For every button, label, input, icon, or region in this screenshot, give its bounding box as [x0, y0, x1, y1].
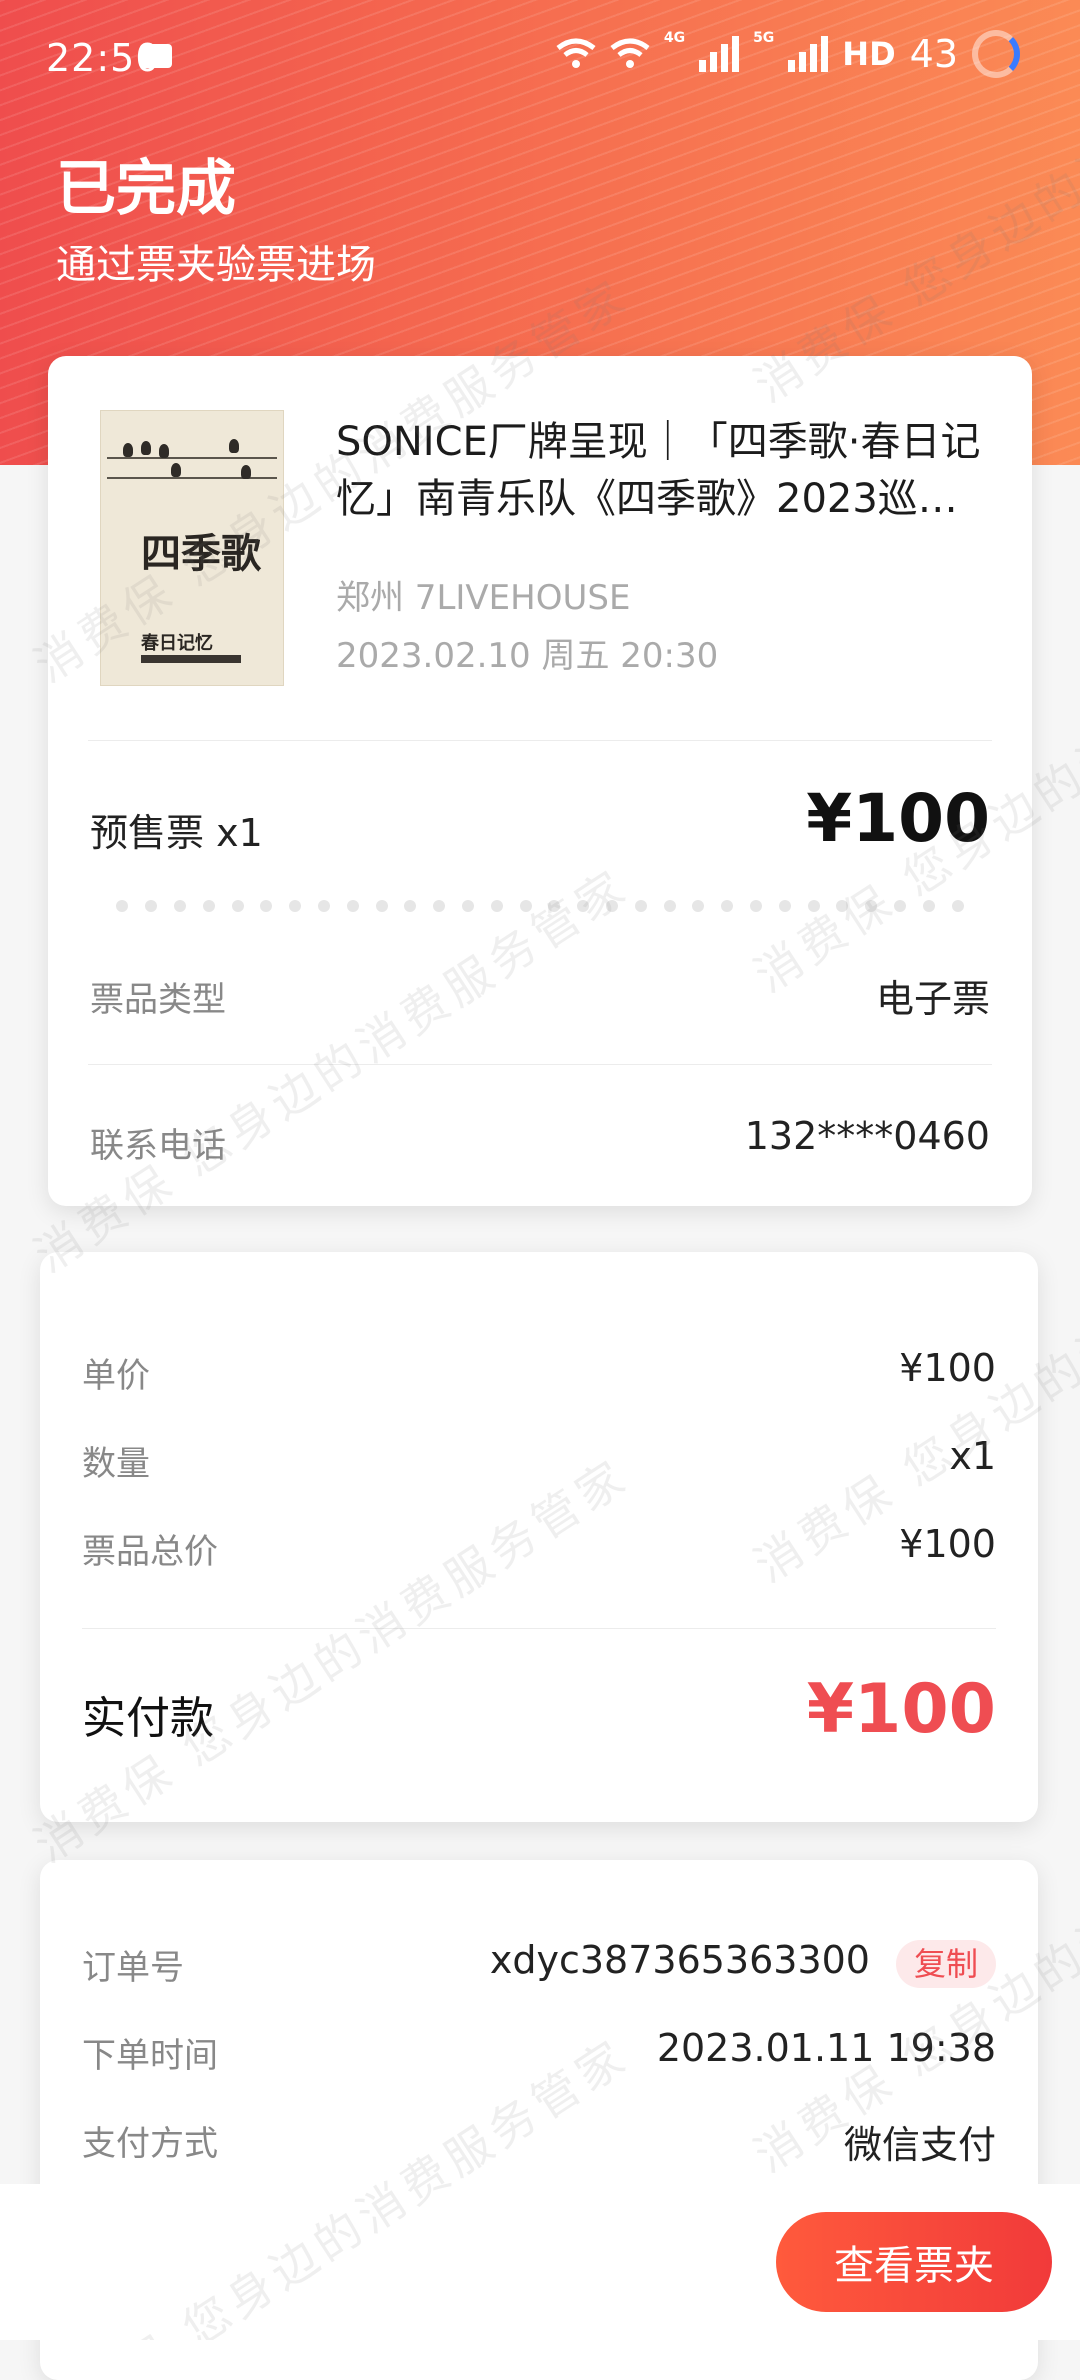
divider [88, 740, 992, 741]
poster-bird [171, 463, 181, 477]
network-5g-label: 5G [753, 30, 775, 46]
payment-method-value: 微信支付 [843, 2123, 996, 2167]
copy-order-button[interactable]: 复制 [895, 1940, 996, 1988]
poster-bird [229, 439, 239, 453]
quantity-label: 数量 [82, 1444, 150, 1484]
poster-bird [159, 444, 169, 458]
wifi-icon-secondary [610, 38, 650, 68]
ticket-type-value: 电子票 [875, 977, 990, 1021]
unit-price-label: 单价 [82, 1356, 150, 1396]
bottom-action-bar: 查看票夹 [0, 2184, 1080, 2340]
paid-amount-label: 实付款 [82, 1693, 214, 1744]
ticket-type-label: 票品类型 [90, 980, 226, 1020]
view-ticket-wallet-button[interactable]: 查看票夹 [776, 2212, 1052, 2312]
page-subtitle: 通过票夹验票进场 [56, 242, 376, 288]
paid-amount-value: ¥100 [806, 1670, 996, 1749]
event-card[interactable]: 四季歌 春日记忆 SONICE厂牌呈现｜「四季歌·春日记忆」南青乐队《四季歌》2… [48, 356, 1032, 1206]
quantity-value: x1 [949, 1434, 996, 1478]
image-notification-icon [140, 44, 172, 68]
price-card: 单价 ¥100 数量 x1 票品总价 ¥100 实付款 ¥100 [40, 1252, 1038, 1822]
poster-title: 四季歌 [141, 530, 261, 577]
order-time-label: 下单时间 [82, 2036, 218, 2076]
contact-phone-label: 联系电话 [90, 1126, 226, 1166]
event-poster: 四季歌 春日记忆 [100, 410, 284, 686]
ticket-perforation [48, 896, 1032, 916]
event-datetime: 2023.02.10 周五 20:30 [336, 636, 719, 676]
payment-method-label: 支付方式 [82, 2124, 218, 2164]
signal-icon [699, 36, 740, 72]
event-title[interactable]: SONICE厂牌呈现｜「四季歌·春日记忆」南青乐队《四季歌》2023巡… [336, 414, 1000, 528]
total-price-label: 票品总价 [82, 1532, 218, 1572]
page-title: 已完成 [56, 154, 236, 224]
poster-bird [123, 443, 133, 457]
order-number-label: 订单号 [82, 1948, 184, 1988]
contact-phone-value: 132****0460 [744, 1114, 990, 1158]
total-price-value: ¥100 [899, 1522, 996, 1566]
poster-wire [107, 477, 277, 479]
poster-bird [141, 441, 151, 455]
battery-icon [972, 30, 1020, 78]
unit-price-value: ¥100 [899, 1346, 996, 1390]
signal-icon-secondary [788, 36, 829, 72]
divider [82, 1628, 996, 1629]
divider [88, 1064, 992, 1065]
poster-bird [241, 465, 251, 479]
order-number-value: xdyc387365363300 [489, 1938, 870, 1982]
network-4g-label: 4G [663, 30, 686, 46]
hd-label: HD [842, 35, 896, 73]
ticket-price: ¥100 [806, 780, 990, 857]
poster-wire [107, 457, 277, 459]
poster-footer: 春日记忆 [141, 633, 213, 654]
ticket-name: 预售票 x1 [90, 811, 263, 855]
event-venue: 郑州 7LIVEHOUSE [336, 578, 631, 618]
status-icons: 4G 5G HD 43 [556, 30, 1020, 78]
battery-level: 43 [909, 32, 958, 76]
order-time-value: 2023.01.11 19:38 [656, 2026, 996, 2070]
poster-band [141, 655, 241, 663]
wifi-icon [556, 38, 596, 68]
status-bar: 22:50 4G 5G HD 43 [0, 0, 1080, 120]
